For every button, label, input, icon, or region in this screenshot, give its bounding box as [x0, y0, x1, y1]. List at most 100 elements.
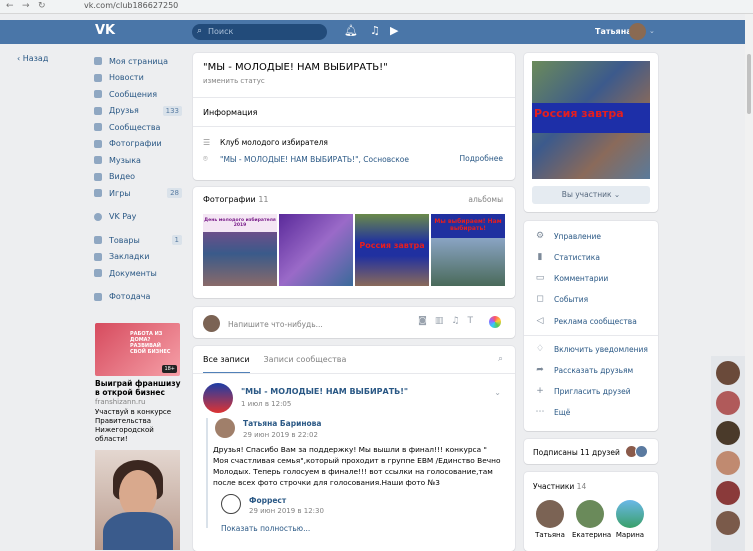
- photo-thumb[interactable]: Мы выбираем! Нам выбирать!: [431, 214, 505, 286]
- post-composer[interactable]: Напишите что-нибудь... ◙ ▥ ♫ T: [193, 307, 515, 338]
- sub-author-avatar[interactable]: [221, 494, 241, 514]
- nav-item-news[interactable]: Новости: [94, 70, 184, 87]
- wall-search-icon[interactable]: ⌕: [498, 354, 503, 364]
- music-icon[interactable]: ♫: [370, 24, 380, 37]
- gamepad-icon: [94, 189, 102, 198]
- nav-item-games[interactable]: Игры 28: [94, 185, 184, 202]
- post-author-avatar[interactable]: [203, 383, 233, 413]
- member-item[interactable]: Марина: [612, 500, 648, 539]
- sub-date[interactable]: 29 июн 2019 в 12:30: [249, 507, 324, 515]
- ad-site[interactable]: franshizann.ru: [95, 398, 145, 406]
- info-heading: Информация: [203, 108, 258, 117]
- menu-stats[interactable]: ▮ Статистика: [534, 252, 600, 262]
- nav-item-goods[interactable]: Товары 1: [94, 232, 184, 249]
- search-placeholder: Поиск: [208, 27, 234, 36]
- nav-item-vkpay[interactable]: VK Pay: [94, 209, 184, 226]
- more-details-link[interactable]: Подробнее: [459, 154, 503, 163]
- ad-banner-image[interactable]: РАБОТА ИЗ ДОМА? РАЗВИВАЙ СВОЙ БИЗНЕС 18+: [95, 323, 180, 376]
- ad-photo[interactable]: [95, 450, 180, 550]
- ad-title[interactable]: Выиграй франшизу в открой бизнес: [95, 379, 185, 397]
- nav-item-photos[interactable]: Фотографии: [94, 136, 184, 153]
- chat-avatar[interactable]: [716, 451, 740, 475]
- albums-link[interactable]: альбомы: [468, 195, 503, 204]
- repost-date[interactable]: 29 июн 2019 в 22:02: [243, 431, 318, 439]
- repost-author[interactable]: Татьяна Баринова: [243, 419, 321, 428]
- text-format-icon[interactable]: T: [468, 316, 474, 328]
- music-icon[interactable]: ♫: [451, 316, 459, 328]
- header-user-name[interactable]: Татьяна: [595, 27, 632, 36]
- menu-notifications[interactable]: ♢ Включить уведомления: [534, 344, 648, 354]
- home-icon: [94, 57, 102, 66]
- menu-events[interactable]: ◻ События: [534, 294, 588, 304]
- stats-icon: ▮: [537, 252, 543, 262]
- camera-icon[interactable]: ◙: [418, 316, 427, 328]
- scrollbar[interactable]: [745, 14, 753, 551]
- tab-all-posts[interactable]: Все записи: [203, 355, 250, 374]
- chat-avatar[interactable]: [716, 421, 740, 445]
- post-date[interactable]: 1 июл в 12:05: [241, 400, 291, 408]
- post-menu-chevron-icon[interactable]: ⌄: [494, 388, 501, 397]
- back-link[interactable]: ‹ Назад: [17, 54, 48, 63]
- show-more-link[interactable]: Показать полностью...: [221, 524, 310, 533]
- nav-item-bookmarks[interactable]: Закладки: [94, 249, 184, 266]
- chat-avatar[interactable]: [716, 511, 740, 535]
- vk-logo[interactable]: VK: [95, 23, 115, 38]
- info-description-row: ☰ Клуб молодого избирателя: [203, 138, 328, 147]
- nav-item-messages[interactable]: Сообщения: [94, 86, 184, 103]
- nav-item-friends[interactable]: Друзья 133: [94, 103, 184, 120]
- header-avatar[interactable]: [629, 23, 646, 40]
- post-author[interactable]: "МЫ - МОЛОДЫЕ! НАМ ВЫБИРАТЬ!": [241, 387, 408, 396]
- nav-item-communities[interactable]: Сообщества: [94, 119, 184, 136]
- games-count-badge: 28: [167, 188, 182, 198]
- bell-icon[interactable]: 🔔︎: [344, 24, 358, 37]
- bag-icon: [94, 236, 102, 245]
- play-icon[interactable]: ▶: [390, 24, 398, 37]
- menu-share[interactable]: ➦ Рассказать друзьям: [534, 365, 633, 375]
- members-heading[interactable]: Участники 14: [533, 482, 586, 491]
- chat-rail: [711, 356, 745, 551]
- photo-thumb[interactable]: День молодого избирателя 2019: [203, 214, 277, 286]
- menu-ads[interactable]: ◁ Реклама сообщества: [534, 316, 637, 326]
- photo-thumb[interactable]: Россия завтра: [355, 214, 429, 286]
- search-input[interactable]: ⌕ Поиск: [192, 24, 327, 40]
- community-cover[interactable]: Россия завтра: [532, 61, 650, 179]
- forward-arrow-icon[interactable]: →: [22, 1, 30, 11]
- menu-invite[interactable]: + Пригласить друзей: [534, 386, 630, 396]
- tab-community-posts[interactable]: Записи сообщества: [264, 355, 347, 374]
- chat-avatar[interactable]: [716, 391, 740, 415]
- menu-manage[interactable]: ⚙ Управление: [534, 231, 601, 241]
- address-bar[interactable]: vk.com/club186627250: [84, 1, 178, 10]
- back-arrow-icon[interactable]: ←: [6, 1, 14, 11]
- photo-thumbnails: День молодого избирателя 2019 Россия зав…: [203, 214, 505, 286]
- subscribed-friends[interactable]: Подписаны 11 друзей: [524, 439, 658, 464]
- nav-item-video[interactable]: Видео: [94, 169, 184, 186]
- change-status-link[interactable]: изменить статус: [203, 77, 265, 85]
- chat-avatar[interactable]: [716, 481, 740, 505]
- member-item[interactable]: Татьяна: [532, 500, 568, 539]
- top-header: VK ⌕ Поиск 🔔︎ ♫ ▶ Татьяна ⌄: [0, 20, 745, 44]
- menu-comments[interactable]: ▭ Комментарии: [534, 273, 609, 283]
- location-link[interactable]: "МЫ - МОЛОДЫЕ! НАМ ВЫБИРАТЬ!", Сосновско…: [220, 155, 409, 164]
- composer-tools: ◙ ▥ ♫ T: [418, 316, 501, 328]
- chevron-down-icon[interactable]: ⌄: [649, 27, 655, 35]
- chat-avatar[interactable]: [716, 361, 740, 385]
- photo-thumb[interactable]: [279, 214, 353, 286]
- repost-author-avatar[interactable]: [215, 418, 235, 438]
- composer-input[interactable]: Напишите что-нибудь...: [228, 320, 323, 329]
- photos-heading[interactable]: Фотографии 11: [203, 195, 269, 204]
- reload-icon[interactable]: ↻: [38, 1, 46, 11]
- menu-more[interactable]: ⋯ Ещё: [534, 407, 571, 417]
- left-navigation: Моя страница Новости Сообщения Друзья 133…: [94, 53, 184, 305]
- sub-author[interactable]: Форрест: [249, 496, 286, 505]
- nav-item-documents[interactable]: Документы: [94, 265, 184, 282]
- nav-item-fotodacha[interactable]: Фотодача: [94, 289, 184, 306]
- group-title: "МЫ - МОЛОДЫЕ! НАМ ВЫБИРАТЬ!": [203, 62, 388, 73]
- member-button[interactable]: Вы участник ⌄: [532, 186, 650, 204]
- video-icon[interactable]: ▥: [435, 316, 444, 328]
- nav-item-my-page[interactable]: Моя страница: [94, 53, 184, 70]
- friends-count-badge: 133: [162, 105, 182, 116]
- share-icon: ➦: [536, 365, 544, 375]
- member-item[interactable]: Екатерина: [572, 500, 611, 539]
- color-wheel-icon[interactable]: [489, 316, 501, 328]
- nav-item-music[interactable]: Музыка: [94, 152, 184, 169]
